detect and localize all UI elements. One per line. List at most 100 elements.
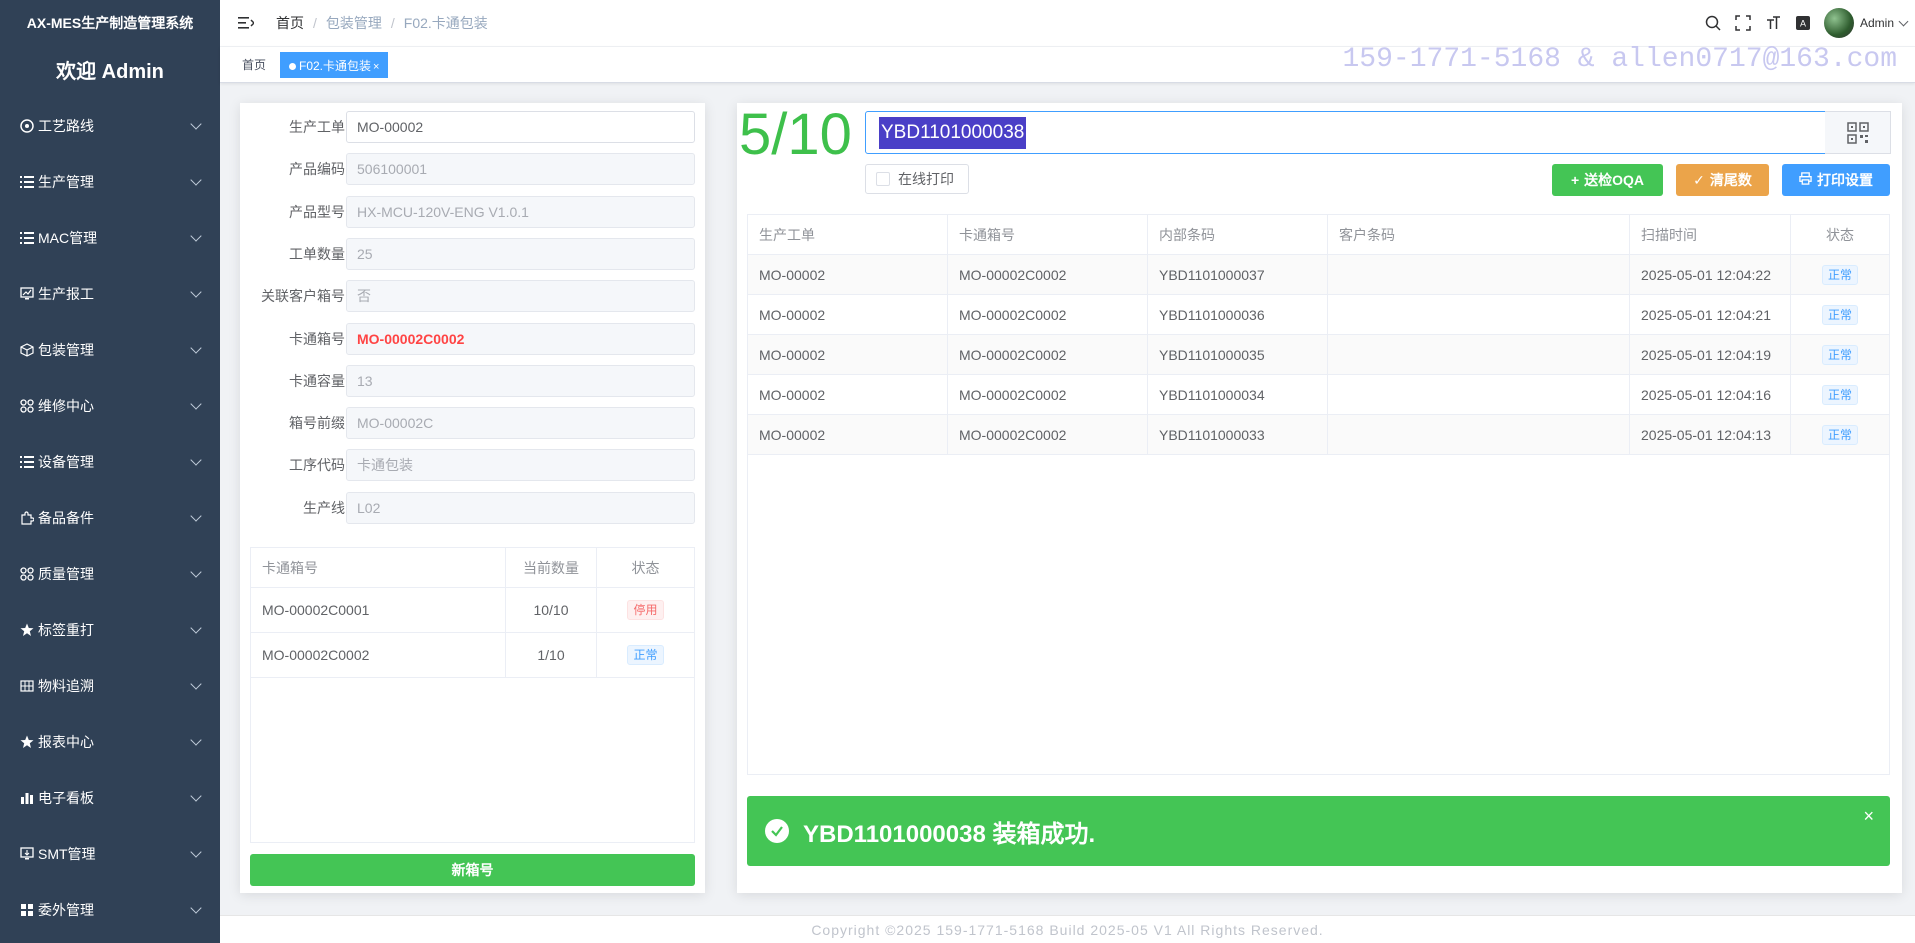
tag-home[interactable]: 首页: [234, 52, 275, 78]
sidebar-item-4[interactable]: 包装管理: [0, 322, 220, 378]
sidebar-item-8[interactable]: 质量管理: [0, 546, 220, 602]
cell-status: 正常: [1791, 415, 1889, 454]
sidebar-item-label: 生产管理: [38, 174, 94, 190]
status-badge: 停用: [627, 600, 664, 620]
cell-work-order: MO-00002: [748, 295, 948, 334]
user-name[interactable]: Admin: [1860, 16, 1894, 30]
list-icon: [20, 231, 34, 245]
monitor-icon: [20, 847, 34, 861]
cell-customer-barcode: [1328, 255, 1630, 294]
tags-view: 首页 F02.卡通包装 × 159-1771-5168 & allen0717@1…: [220, 46, 1915, 83]
avatar[interactable]: [1823, 8, 1854, 38]
font-size-icon[interactable]: [1764, 14, 1782, 32]
success-toast: YBD1101000038 装箱成功. ×: [747, 796, 1890, 866]
translate-icon[interactable]: A: [1794, 14, 1812, 32]
form-label: 工单数量: [289, 245, 345, 262]
table-row[interactable]: MO-00002 MO-00002C0002 YBD1101000034 2025-0…: [748, 375, 1889, 415]
sidebar-item-9[interactable]: 标签重打: [0, 602, 220, 658]
form-label: 卡通容量: [289, 372, 345, 389]
table-header: 生产工单 卡通箱号 内部条码 客户条码 扫描时间 状态: [748, 215, 1889, 255]
list-icon: [20, 175, 34, 189]
send-oqa-button[interactable]: + 送检OQA: [1552, 164, 1663, 196]
sidebar-item-7[interactable]: 备品备件: [0, 490, 220, 546]
search-icon[interactable]: [1704, 14, 1722, 32]
cell-scan-time: 2025-05-01 12:04:13: [1630, 415, 1791, 454]
chevron-down-icon: [190, 622, 202, 634]
col-status: 状态: [631, 559, 660, 576]
close-icon[interactable]: ×: [373, 61, 379, 73]
sidebar-item-label: 标签重打: [38, 622, 94, 638]
table-row[interactable]: MO-00002 MO-00002C0002 YBD1101000037 2025-0…: [748, 255, 1889, 295]
apps-icon: [20, 567, 34, 581]
print-settings-button[interactable]: 打印设置: [1782, 164, 1890, 196]
svg-text:A: A: [1800, 19, 1806, 29]
sidebar-item-13[interactable]: SMT管理: [0, 826, 220, 882]
fullscreen-icon[interactable]: [1734, 14, 1752, 32]
form-row: 产品编码 506100001: [240, 153, 705, 186]
qr-code-icon[interactable]: [1825, 111, 1891, 154]
sidebar-item-1[interactable]: 生产管理: [0, 154, 220, 210]
cell-carton-box: MO-00002C0002: [948, 375, 1148, 414]
tag-carton-packing[interactable]: F02.卡通包装 ×: [280, 52, 389, 78]
carton-box-table: 卡通箱号 当前数量 状态 MO-00002C0001 10/10 停用 MO-0000…: [250, 547, 695, 843]
sidebar-item-3[interactable]: 生产报工: [0, 266, 220, 322]
close-icon[interactable]: ×: [1863, 806, 1874, 827]
send-oqa-label: 送检OQA: [1584, 172, 1645, 188]
sidebar-item-10[interactable]: 物料追溯: [0, 658, 220, 714]
cell-status: 正常: [1791, 255, 1889, 294]
printer-icon: [1799, 172, 1812, 188]
status-badge: 正常: [1821, 384, 1858, 405]
table-row[interactable]: MO-00002 MO-00002C0002 YBD1101000035 2025-0…: [748, 335, 1889, 375]
top-header: 首页 / 包装管理 / F02.卡通包装 A Admin: [220, 0, 1915, 46]
chevron-down-icon: [190, 454, 202, 466]
chevron-down-icon: [190, 790, 202, 802]
online-print-checkbox[interactable]: 在线打印: [865, 164, 969, 194]
scan-record-table: 生产工单 卡通箱号 内部条码 客户条码 扫描时间 状态 MO-00002 MO-0…: [747, 214, 1890, 775]
sidebar-item-label: 设备管理: [38, 454, 94, 470]
cell-work-order: MO-00002: [748, 375, 948, 414]
sidebar-item-6[interactable]: 设备管理: [0, 434, 220, 490]
sidebar-item-0[interactable]: 工艺路线: [0, 98, 220, 154]
sidebar-item-2[interactable]: MAC管理: [0, 210, 220, 266]
sidebar-item-12[interactable]: 电子看板: [0, 770, 220, 826]
check-circle-icon: [765, 819, 789, 843]
cell-scan-time: 2025-05-01 12:04:22: [1630, 255, 1791, 294]
star-icon: [20, 623, 34, 637]
monitor-chart-icon: [20, 287, 34, 301]
breadcrumb-packaging[interactable]: 包装管理: [326, 15, 382, 31]
clear-remainder-button[interactable]: ✓ 清尾数: [1676, 164, 1769, 196]
table-row[interactable]: MO-00002C0002 1/10 正常: [251, 633, 694, 678]
col-status: 状态: [1826, 226, 1854, 243]
chevron-down-icon: [190, 902, 202, 914]
table-row[interactable]: MO-00002C0001 10/10 停用: [251, 588, 694, 633]
form-row: 箱号前缀 MO-00002C: [240, 407, 705, 440]
cell-scan-time: 2025-05-01 12:04:19: [1630, 335, 1791, 374]
table-header: 卡通箱号 当前数量 状态: [251, 548, 694, 588]
cell-internal-barcode: YBD1101000033: [1148, 415, 1328, 454]
chevron-down-icon: [190, 118, 202, 130]
form-field[interactable]: MO-00002: [346, 111, 695, 143]
cell-qty: 10/10: [506, 588, 597, 632]
cell-customer-barcode: [1328, 335, 1630, 374]
tiles-icon: [20, 903, 34, 917]
chevron-down-icon[interactable]: [1898, 16, 1909, 26]
barcode-scan-input[interactable]: YBD1101000038: [865, 111, 1827, 154]
sidebar-item-5[interactable]: 维修中心: [0, 378, 220, 434]
table-row[interactable]: MO-00002 MO-00002C0002 YBD1101000033 2025-0…: [748, 415, 1889, 455]
form-field: MO-00002C0002: [346, 322, 695, 355]
new-box-button[interactable]: 新箱号: [250, 854, 695, 886]
checkbox-box[interactable]: [876, 172, 890, 186]
cell-carton-box: MO-00002C0002: [948, 255, 1148, 294]
breadcrumb-home[interactable]: 首页: [276, 15, 304, 31]
form-label: 关联客户箱号: [261, 288, 345, 305]
col-work-order: 生产工单: [748, 215, 948, 254]
sidebar-item-14[interactable]: 委外管理: [0, 882, 220, 938]
table-row[interactable]: MO-00002 MO-00002C0002 YBD1101000036 2025-0…: [748, 295, 1889, 335]
welcome-title: 欢迎 Admin: [56, 61, 164, 83]
scan-input-value: YBD1101000038: [879, 117, 1027, 149]
cell-internal-barcode: YBD1101000037: [1148, 255, 1328, 294]
cell-box: MO-00002C0001: [251, 588, 506, 632]
form-row: 生产工单 MO-00002: [240, 111, 705, 143]
sidebar-item-11[interactable]: 报表中心: [0, 714, 220, 770]
hamburger-icon[interactable]: [238, 16, 254, 30]
